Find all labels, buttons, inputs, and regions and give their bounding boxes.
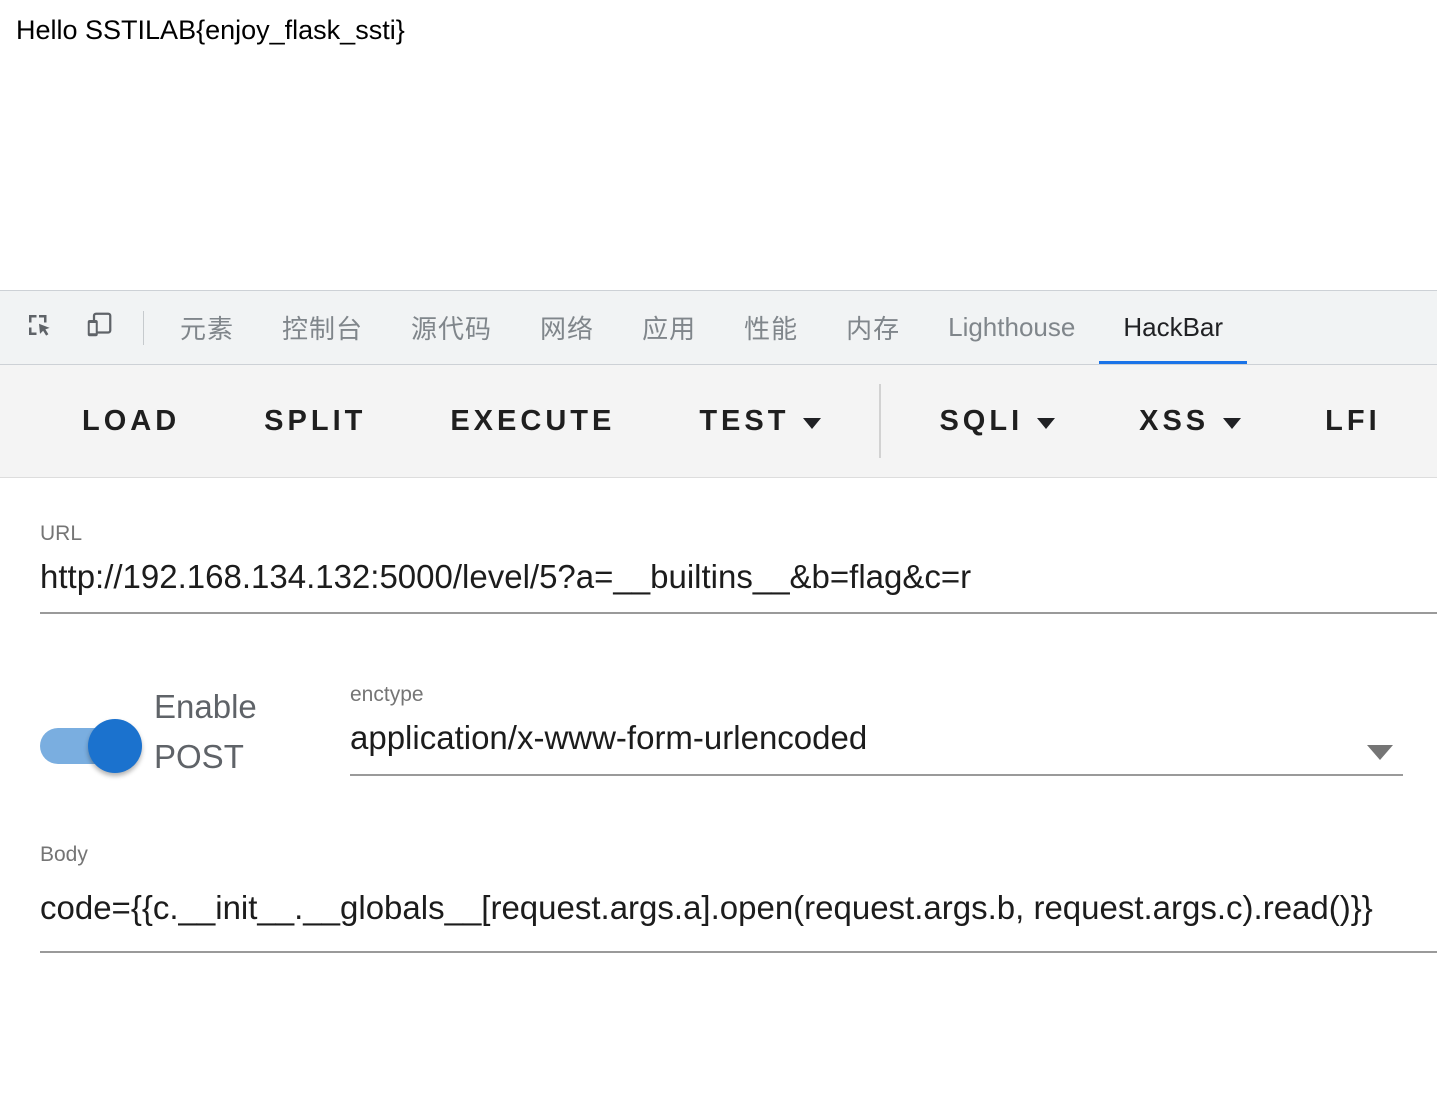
body-label: Body [40,843,88,866]
tab-label: 元素 [180,314,235,344]
inspect-element-button[interactable] [9,291,69,364]
chevron-down-icon [1037,417,1056,429]
page-response-text: Hello SSTILAB{enjoy_flask_ssti} [16,15,405,45]
devtools-tab-list: 元素 控制台 源代码 网络 应用 性能 内存 Lighthouse HackBa… [156,291,1437,364]
body-input[interactable]: code={{c.__init__.__globals__[request.ar… [40,868,1397,943]
device-toolbar-icon [84,310,114,345]
toolbar-divider [143,310,144,345]
enctype-field[interactable]: enctype application/x-www-form-urlencode… [350,682,1403,776]
toggle-thumb [88,719,142,773]
load-button-label: LOAD [82,404,181,437]
split-button[interactable]: SPLIT [240,405,390,438]
sqli-button-label: SQLI [939,404,1024,437]
tab-elements[interactable]: 元素 [156,291,258,364]
tab-label: 性能 [744,314,799,344]
split-button-label: SPLIT [264,404,367,437]
tab-label: HackBar [1123,312,1224,342]
chevron-down-icon[interactable] [1367,745,1393,760]
devtools-panel: 元素 控制台 源代码 网络 应用 性能 内存 Lighthouse HackBa… [0,290,1437,1093]
tab-performance[interactable]: 性能 [720,291,822,364]
toggle-device-toolbar-button[interactable] [69,291,129,364]
url-input[interactable]: http://192.168.134.132:5000/level/5?a=__… [40,547,1397,603]
tab-lighthouse[interactable]: Lighthouse [924,291,1099,364]
body-underline [40,951,1437,953]
tab-label: Lighthouse [948,312,1076,342]
chevron-down-icon [803,417,822,429]
enctype-select-value[interactable]: application/x-www-form-urlencoded [350,708,1403,764]
tab-label: 控制台 [282,314,364,344]
xss-button-label: XSS [1139,404,1210,437]
url-underline [40,612,1437,614]
xss-menu-button[interactable]: XSS [1115,405,1265,438]
url-field[interactable]: URL http://192.168.134.132:5000/level/5?… [40,521,1437,614]
tab-label: 网络 [540,314,595,344]
test-button-label: TEST [699,404,790,437]
tab-sources[interactable]: 源代码 [387,291,516,364]
chevron-down-icon [1223,417,1242,429]
toggle-switch[interactable] [40,719,142,773]
devtools-tabstrip: 元素 控制台 源代码 网络 应用 性能 内存 Lighthouse HackBa… [0,291,1437,365]
hackbar-form: URL http://192.168.134.132:5000/level/5?… [0,521,1437,953]
enctype-label: enctype [350,683,424,706]
sqli-menu-button[interactable]: SQLI [915,405,1079,438]
lfi-menu-button[interactable]: LFI [1301,405,1405,438]
tab-memory[interactable]: 内存 [822,291,924,364]
tab-label: 内存 [846,314,901,344]
tab-console[interactable]: 控制台 [258,291,387,364]
post-row: Enable POST enctype application/x-www-fo… [0,682,1437,782]
url-label: URL [40,522,83,545]
tab-hackbar[interactable]: HackBar [1099,291,1247,364]
browser-page-content: Hello SSTILAB{enjoy_flask_ssti} [0,0,1437,290]
execute-button[interactable]: EXECUTE [426,405,639,438]
toolbar-separator [879,384,882,458]
tab-application[interactable]: 应用 [618,291,720,364]
hackbar-toolbar: LOAD SPLIT EXECUTE TEST SQLI XSS LFI [0,365,1437,478]
body-field[interactable]: Body code={{c.__init__.__globals__[reque… [40,842,1437,953]
load-button[interactable]: LOAD [58,405,204,438]
tab-label: 应用 [642,314,697,344]
enable-post-label: Enable POST [154,688,257,775]
execute-button-label: EXECUTE [450,404,616,437]
test-menu-button[interactable]: TEST [675,405,845,438]
lfi-button-label: LFI [1325,404,1381,437]
tab-label: 源代码 [411,314,493,344]
inspect-icon [24,310,54,345]
enctype-underline [350,774,1403,776]
enable-post-toggle[interactable]: Enable POST [40,682,350,782]
tab-network[interactable]: 网络 [516,291,618,364]
